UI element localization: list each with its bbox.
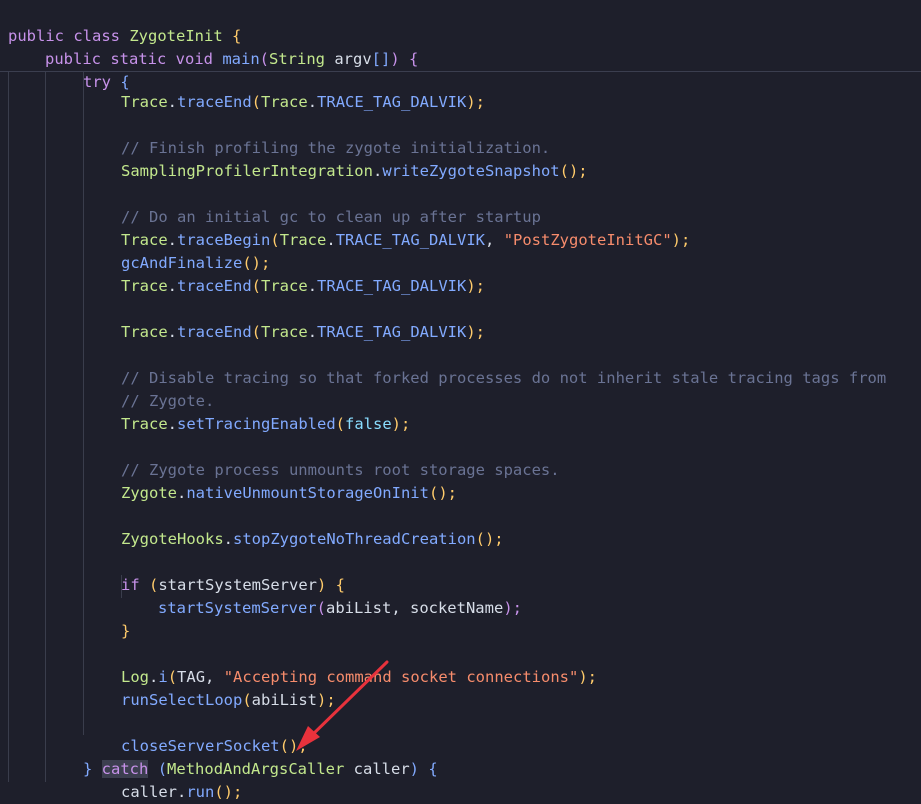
dot: . bbox=[307, 323, 318, 341]
method-call: traceEnd bbox=[177, 277, 252, 295]
class-ref: Trace bbox=[121, 415, 168, 433]
paren: ( bbox=[335, 415, 345, 433]
paren: (); bbox=[559, 162, 588, 180]
variable: abiList bbox=[251, 691, 317, 709]
indent-guide bbox=[83, 71, 84, 735]
brace: } bbox=[83, 760, 102, 778]
paren: (); bbox=[475, 530, 504, 548]
paren: ( bbox=[242, 691, 252, 709]
class-ref: Trace bbox=[261, 323, 308, 341]
code-editor[interactable]: public class ZygoteInit { public static … bbox=[0, 0, 921, 801]
paren: (); bbox=[214, 783, 243, 801]
dot: . bbox=[167, 277, 178, 295]
code-line[interactable]: gcAndFinalize(); bbox=[121, 229, 921, 272]
method-call: run bbox=[186, 783, 215, 801]
code-line[interactable]: SamplingProfilerIntegration.writeZygoteS… bbox=[121, 137, 921, 180]
class-ref: Trace bbox=[261, 93, 308, 111]
constant: TRACE_TAG_DALVIK bbox=[317, 93, 467, 111]
class-ref: Trace bbox=[261, 277, 308, 295]
class-ref: Trace bbox=[121, 323, 168, 341]
code-line[interactable]: } catch (MethodAndArgsCaller caller) { bbox=[83, 735, 921, 778]
indent-guide bbox=[45, 71, 46, 782]
variable: caller bbox=[121, 783, 177, 801]
dot: . bbox=[372, 162, 383, 180]
dot: . bbox=[167, 323, 178, 341]
class-ref: Trace bbox=[121, 93, 168, 111]
code-line[interactable]: Log.i(TAG, "Accepting command socket con… bbox=[121, 643, 921, 686]
dot: . bbox=[167, 93, 178, 111]
paren: ); bbox=[466, 277, 486, 295]
class-ref: Trace bbox=[121, 277, 168, 295]
dot: . bbox=[167, 415, 178, 433]
code-line[interactable]: Zygote.nativeUnmountStorageOnInit(); bbox=[121, 459, 921, 502]
paren: ( bbox=[251, 93, 262, 111]
code-line[interactable]: // Zygote process unmounts root storage … bbox=[121, 436, 921, 479]
code-line[interactable]: // Disable tracing so that forked proces… bbox=[121, 344, 921, 387]
code-line[interactable]: Trace.setTracingEnabled(false); bbox=[121, 390, 921, 433]
class-ref: SamplingProfilerIntegration bbox=[121, 162, 373, 180]
keyword: if bbox=[121, 576, 149, 594]
paren: ); bbox=[391, 415, 411, 433]
indent-guide bbox=[8, 71, 9, 782]
code-line[interactable]: ZygoteHooks.stopZygoteNoThreadCreation()… bbox=[121, 505, 921, 548]
code-line[interactable]: public static void main(String argv[]) { bbox=[45, 25, 921, 68]
class-ref: ZygoteHooks bbox=[121, 530, 224, 548]
method-call: nativeUnmountStorageOnInit bbox=[186, 484, 429, 502]
constant: TRACE_TAG_DALVIK bbox=[317, 277, 467, 295]
code-line[interactable]: Trace.traceEnd(Trace.TRACE_TAG_DALVIK); bbox=[121, 298, 921, 341]
method-call: stopZygoteNoThreadCreation bbox=[233, 530, 476, 548]
class-ref: Zygote bbox=[121, 484, 177, 502]
code-line[interactable]: closeServerSocket(); bbox=[121, 712, 921, 755]
dot: . bbox=[223, 530, 233, 548]
code-line[interactable]: Trace.traceBegin(Trace.TRACE_TAG_DALVIK,… bbox=[121, 206, 921, 249]
code-line[interactable]: startSystemServer(abiList, socketName); bbox=[158, 574, 921, 617]
dot: . bbox=[307, 93, 318, 111]
brace: } bbox=[121, 622, 131, 640]
code-line[interactable]: // Finish profiling the zygote initializ… bbox=[121, 114, 921, 157]
keyword: try bbox=[83, 73, 121, 91]
boolean-literal: false bbox=[345, 415, 392, 433]
code-line[interactable]: // Zygote. bbox=[121, 367, 921, 410]
paren: (); bbox=[428, 484, 457, 502]
paren: ); bbox=[317, 691, 336, 709]
method-call: runSelectLoop bbox=[121, 691, 243, 709]
dot: . bbox=[177, 783, 187, 801]
paren: ( bbox=[251, 277, 262, 295]
method-call: writeZygoteSnapshot bbox=[382, 162, 560, 180]
code-line[interactable]: // Do an initial gc to clean up after st… bbox=[121, 183, 921, 226]
method-call: setTracingEnabled bbox=[177, 415, 336, 433]
brace: { bbox=[120, 73, 130, 91]
code-line[interactable]: try { bbox=[83, 48, 921, 91]
code-line[interactable]: if (startSystemServer) { bbox=[121, 551, 921, 594]
paren: ); bbox=[466, 323, 486, 341]
paren: ); bbox=[466, 93, 486, 111]
code-line[interactable]: } bbox=[121, 597, 921, 640]
constant: TRACE_TAG_DALVIK bbox=[317, 323, 467, 341]
code-line[interactable]: runSelectLoop(abiList); bbox=[121, 666, 921, 709]
dot: . bbox=[307, 277, 318, 295]
method-call: traceEnd bbox=[177, 323, 252, 341]
paren: ( bbox=[149, 576, 159, 594]
code-line[interactable]: Trace.traceEnd(Trace.TRACE_TAG_DALVIK); bbox=[121, 252, 921, 295]
method-call: traceEnd bbox=[177, 93, 252, 111]
code-line[interactable]: caller.run(); bbox=[121, 758, 921, 801]
sticky-scroll-header[interactable]: public class ZygoteInit { public static … bbox=[0, 0, 921, 91]
paren: ( bbox=[251, 323, 262, 341]
dot: . bbox=[177, 484, 187, 502]
code-line[interactable]: public class ZygoteInit { bbox=[8, 2, 921, 45]
